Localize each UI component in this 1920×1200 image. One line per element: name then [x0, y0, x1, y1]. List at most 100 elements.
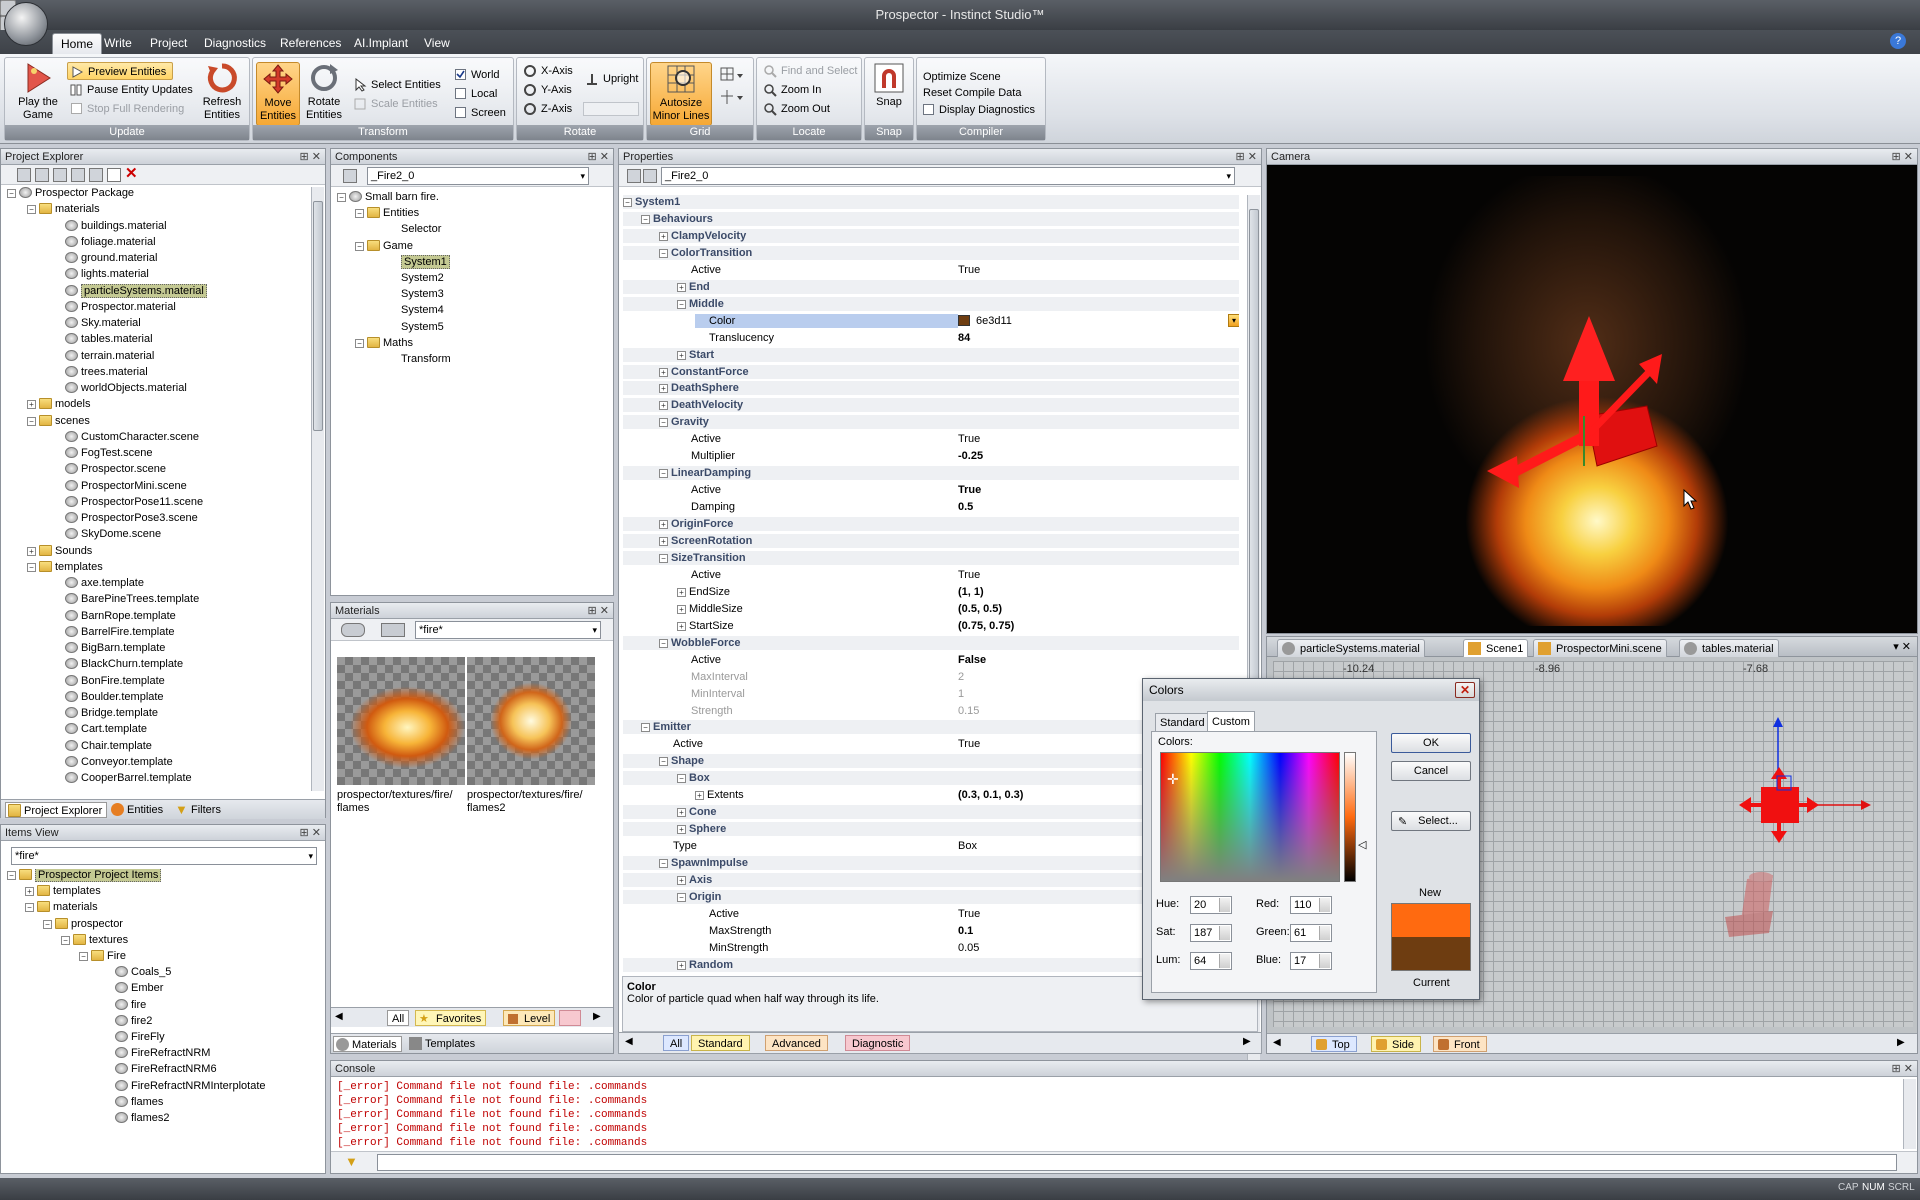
tab-templates[interactable]: Templates [407, 1036, 479, 1052]
expand-icon[interactable]: + [659, 520, 668, 530]
scroll-right-icon[interactable]: ▶ [593, 1011, 601, 1022]
tab-project[interactable]: Project [142, 33, 195, 54]
delete-icon[interactable]: ✕ [125, 166, 139, 182]
property-row[interactable]: Color ▾ 6e3d11 [623, 313, 1239, 328]
colors-tab-custom[interactable]: Custom [1207, 711, 1255, 731]
collapse-icon[interactable]: − [355, 241, 364, 251]
tree-node-template[interactable]: Bridge.template [53, 707, 158, 720]
scene-close-icon[interactable]: ▾ ✕ [1893, 640, 1911, 653]
collapse-all-icon[interactable] [17, 168, 31, 182]
tree-node-root[interactable]: − Small barn fire. [337, 191, 439, 204]
scroll-left-icon[interactable]: ◀ [335, 1011, 343, 1022]
property-value[interactable]: (0.3, 0.1, 0.3) [958, 788, 1023, 802]
components-close-icon[interactable]: ⊞ ✕ [588, 149, 610, 165]
tree-node-component[interactable]: Transform [373, 353, 451, 366]
property-row[interactable]: + StartSize (0.75, 0.75) [623, 619, 1239, 633]
properties-entity-selector[interactable]: _Fire2_0 ▾ [661, 167, 1235, 185]
view-tab-front[interactable]: Front [1433, 1036, 1487, 1052]
expand-icon[interactable]: + [677, 587, 686, 597]
tree-node-folder[interactable]: − textures [61, 933, 128, 947]
property-value[interactable]: 84 [958, 331, 970, 345]
expand-icon[interactable]: + [659, 537, 668, 546]
property-value[interactable]: (1, 1) [958, 585, 984, 599]
tree-node-template[interactable]: CooperBarrel.template [53, 772, 192, 785]
tree-node-material[interactable]: tables.material [53, 333, 153, 346]
console-filter-icon[interactable]: ▼ [345, 1154, 358, 1169]
collapse-icon[interactable]: − [677, 299, 686, 309]
tree-node-template[interactable]: BarnRope.template [53, 609, 176, 623]
expand-icon[interactable]: + [25, 887, 34, 897]
expand-all-icon[interactable] [35, 168, 49, 182]
expand-icon[interactable]: + [677, 960, 686, 970]
collapse-icon[interactable]: − [659, 859, 668, 869]
tree-node-root[interactable]: − Prospector Project Items [7, 869, 162, 882]
tree-node-scene[interactable]: SkyDome.scene [53, 528, 161, 541]
property-value[interactable]: True [958, 263, 980, 277]
collapse-icon[interactable]: − [27, 205, 36, 215]
property-value[interactable]: True [958, 483, 981, 497]
property-row[interactable]: Active True [623, 568, 1239, 582]
cancel-button[interactable]: Cancel [1391, 761, 1471, 781]
tab-materials[interactable]: Materials [333, 1036, 402, 1052]
property-row[interactable]: Active False [623, 653, 1239, 667]
expand-icon[interactable]: + [677, 282, 686, 292]
camera-close-icon[interactable]: ⊞ ✕ [1892, 149, 1914, 165]
property-row[interactable]: Active True [623, 483, 1239, 497]
property-category[interactable]: + End [623, 279, 1239, 294]
materials-view-icon[interactable] [341, 623, 365, 637]
tree-node-material[interactable]: trees.material [53, 365, 148, 379]
expand-icon[interactable]: + [659, 384, 668, 394]
doc-tab-scene1[interactable]: Scene1 [1463, 639, 1529, 657]
property-category[interactable]: + ScreenRotation [623, 534, 1239, 548]
property-category[interactable]: − Gravity [623, 415, 1239, 430]
tree-node-system[interactable]: System1 [373, 254, 450, 269]
view-tab-side[interactable]: Side [1371, 1036, 1422, 1052]
tree-node-system[interactable]: System2 [373, 272, 444, 285]
tree-node-item[interactable]: FireRefractNRM6 [103, 1063, 217, 1076]
tree-node-component[interactable]: Selector [373, 223, 441, 236]
zoom-out-button[interactable]: Zoom Out [761, 100, 830, 118]
colors-tab-standard[interactable]: Standard [1155, 713, 1210, 731]
console-close-icon[interactable]: ⊞ ✕ [1892, 1061, 1914, 1077]
property-value[interactable]: 0.1 [958, 924, 973, 938]
property-category[interactable]: − Behaviours [623, 211, 1239, 226]
tree-node-item[interactable]: fire2 [103, 1014, 152, 1028]
property-value[interactable]: 1 [958, 687, 964, 701]
property-value[interactable]: True [958, 432, 980, 446]
folder-open-icon[interactable] [89, 168, 103, 182]
tree-node-material[interactable]: Sky.material [53, 317, 141, 330]
scale-entities-button[interactable]: Scale Entities [351, 95, 438, 113]
preview-entities-button[interactable]: Preview Entities [67, 62, 173, 80]
property-category[interactable]: + DeathSphere [623, 381, 1239, 396]
property-value[interactable]: -0.25 [958, 449, 983, 463]
components-entity-selector[interactable]: _Fire2_0 ▾ [367, 167, 589, 185]
property-row[interactable]: Translucency 84 [623, 331, 1239, 345]
tree-node-material[interactable]: lights.material [53, 268, 149, 281]
tree-node-item[interactable]: fire [103, 998, 146, 1012]
red-spinner[interactable]: 110 [1290, 896, 1332, 914]
tree-node-template[interactable]: BigBarn.template [53, 642, 165, 655]
property-row[interactable]: Active True [623, 432, 1239, 446]
z-axis-button[interactable]: Z-Axis [521, 100, 572, 118]
expand-icon[interactable]: + [27, 546, 36, 556]
tree-node-template[interactable]: BonFire.template [53, 674, 165, 688]
camera-viewport[interactable] [1267, 166, 1917, 632]
property-value[interactable]: Box [958, 839, 977, 853]
ok-button[interactable]: OK [1391, 733, 1471, 753]
tree-node-material[interactable]: Prospector.material [53, 300, 176, 314]
property-value[interactable]: True [958, 737, 980, 751]
tree-node-system[interactable]: System4 [373, 304, 444, 317]
x-axis-button[interactable]: X-Axis [521, 62, 573, 80]
collapse-icon[interactable]: − [641, 723, 650, 733]
property-category[interactable]: − System1 [623, 195, 1239, 209]
scroll-thumb[interactable] [313, 201, 323, 431]
property-category[interactable]: − SizeTransition [623, 550, 1239, 565]
materials-tab-level[interactable]: Level [503, 1010, 556, 1026]
upright-button[interactable]: Upright [583, 70, 638, 88]
scroll-right-icon[interactable]: ▶ [1897, 1037, 1905, 1048]
materials-tab-favorites[interactable]: ★ Favorites [415, 1010, 487, 1026]
collapse-icon[interactable]: − [659, 553, 668, 563]
tree-node-scene[interactable]: FogTest.scene [53, 447, 153, 460]
tab-ai-implant[interactable]: AI.Implant [346, 33, 416, 54]
tab-view[interactable]: View [416, 33, 458, 54]
